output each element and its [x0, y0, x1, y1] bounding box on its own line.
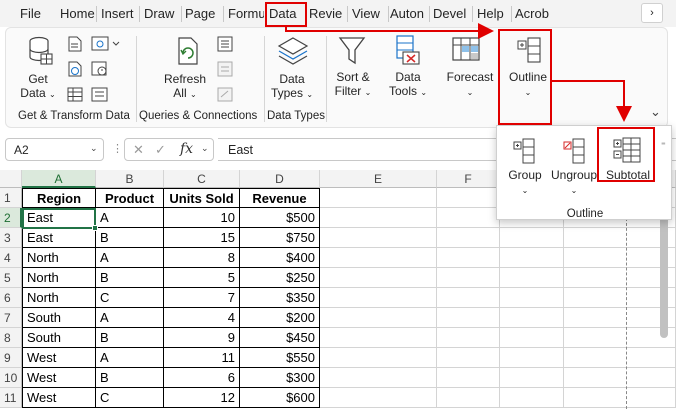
annotation-arrows	[285, 23, 632, 122]
arrow-data-to-outline	[285, 23, 494, 39]
arrow-outline-to-subtotal	[552, 80, 632, 122]
